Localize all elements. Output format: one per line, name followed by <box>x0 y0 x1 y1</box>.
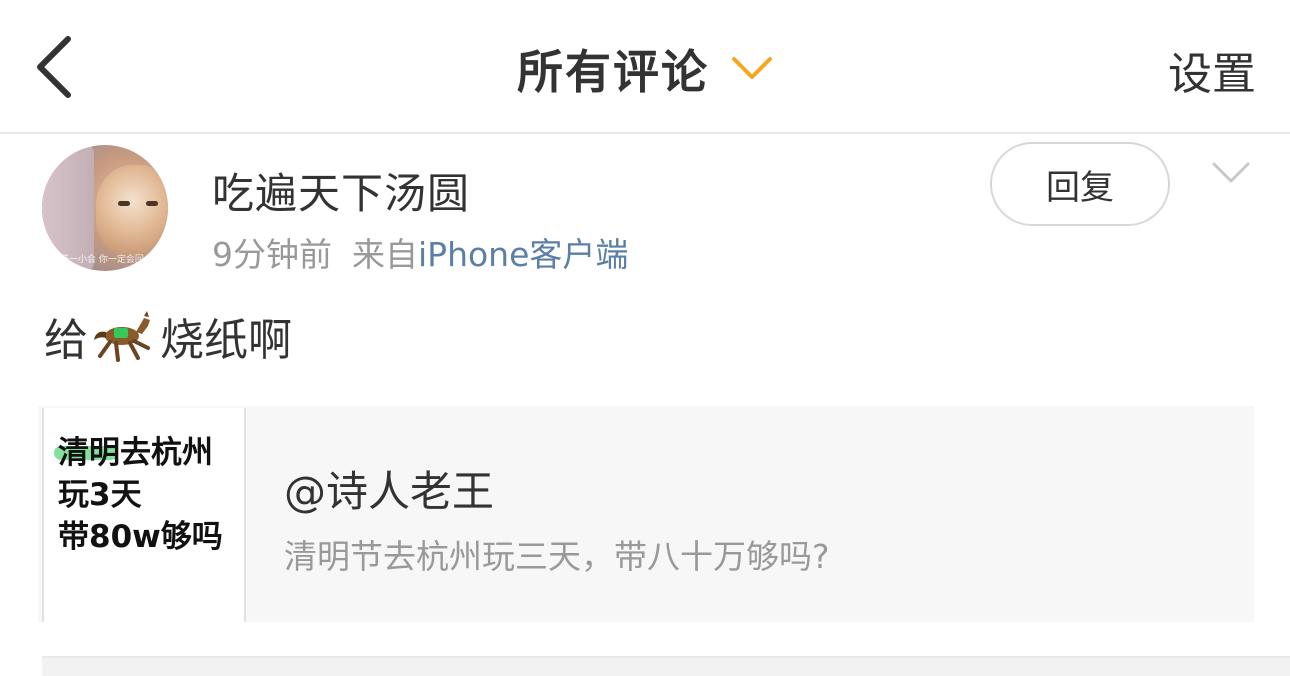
thumb-line: 清明去杭州 <box>58 435 213 471</box>
back-button[interactable] <box>28 34 80 100</box>
thumb-line: 带80w够吗 <box>58 519 223 555</box>
source-client-link[interactable]: iPhone客户端 <box>418 235 628 274</box>
comment-username[interactable]: 吃遍天下汤圆 <box>212 160 470 221</box>
navigation-bar: 所有评论 设置 <box>0 0 1290 134</box>
horse-emoji-icon <box>94 311 150 362</box>
chevron-left-icon <box>37 36 71 98</box>
comments-page: 所有评论 设置 等一小会 你一定会回 吃遍天下汤圆 9分钟前 来自iPhone客… <box>0 0 1290 676</box>
settings-button[interactable]: 设置 <box>1168 40 1256 100</box>
comment-more-button[interactable] <box>1208 155 1254 191</box>
chevron-down-icon <box>732 57 772 79</box>
quoted-post-card[interactable]: 清明去杭州 玩3天 带80w够吗 @诗人老王 清明节去杭州玩三天，带八十万够吗? <box>38 406 1254 622</box>
section-divider <box>42 656 1290 676</box>
comment-filter-dropdown[interactable]: 所有评论 <box>517 36 773 102</box>
comment-time: 9分钟前 <box>212 235 332 274</box>
comment-text-after: 烧纸啊 <box>160 315 292 366</box>
quoted-post-author: @诗人老王 <box>284 467 495 516</box>
comment-body: 给 烧纸啊 <box>44 306 292 366</box>
comment-meta: 9分钟前 来自iPhone客户端 <box>212 228 628 276</box>
thumb-line: 玩3天 <box>58 477 142 513</box>
avatar[interactable]: 等一小会 你一定会回 <box>42 145 168 271</box>
quoted-post-thumbnail: 清明去杭州 玩3天 带80w够吗 <box>42 408 246 622</box>
chevron-down-icon <box>1212 162 1250 183</box>
reply-button[interactable]: 回复 <box>990 142 1170 226</box>
comment-text-before: 给 <box>44 315 88 366</box>
page-title: 所有评论 <box>517 45 709 99</box>
quoted-post-text: 清明节去杭州玩三天，带八十万够吗? <box>284 537 830 576</box>
comment-source: 来自iPhone客户端 <box>352 228 628 276</box>
avatar-caption: 等一小会 你一定会回 <box>60 255 144 265</box>
source-prefix: 来自 <box>352 235 418 274</box>
